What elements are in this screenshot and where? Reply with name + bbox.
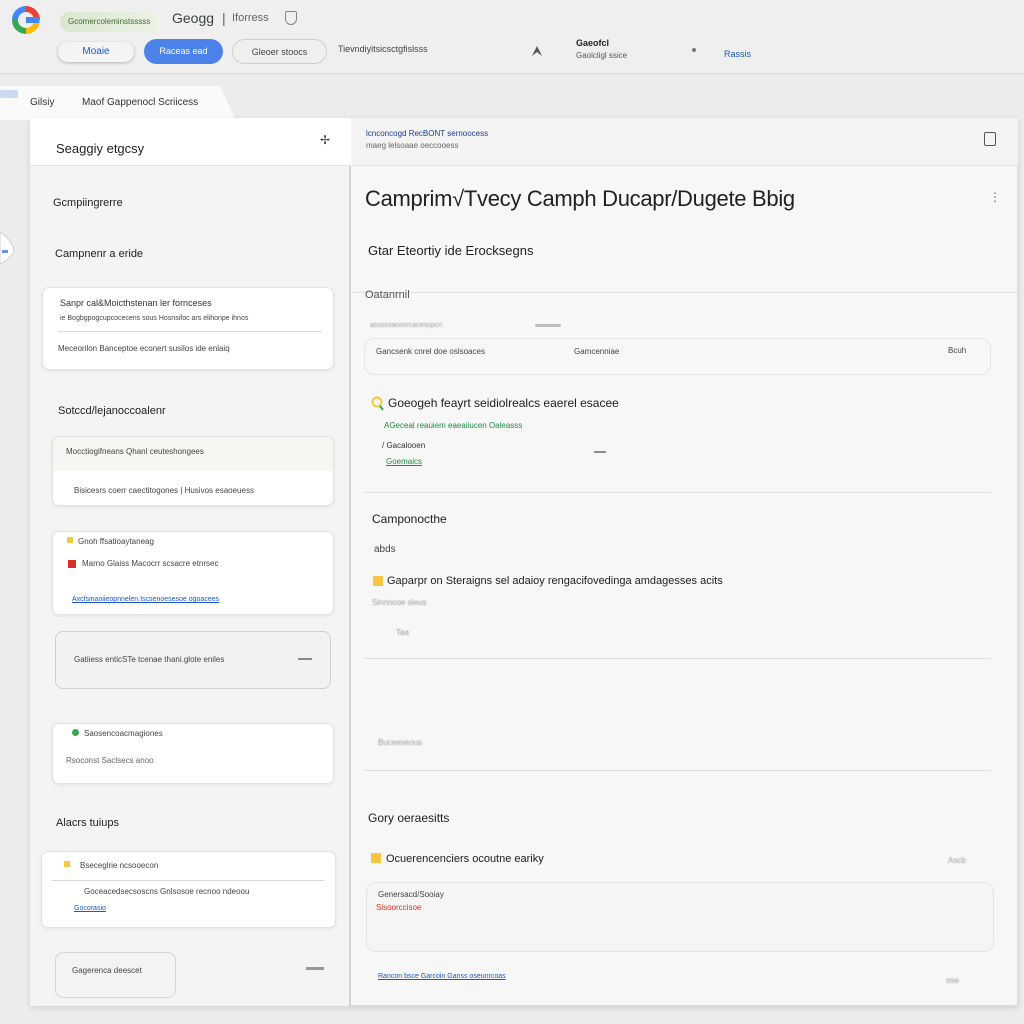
minus-icon[interactable] <box>298 658 312 660</box>
section-heading: Goeogeh feayrt seidiolrealcs eaerel esac… <box>388 396 619 410</box>
account-pill[interactable]: Gcomercoleminstsssss <box>60 12 160 32</box>
edge-handle-icon[interactable] <box>0 228 18 268</box>
sidebar-heading: Campnenr a eride <box>55 248 144 260</box>
content-breadcrumb[interactable]: lcnconcogd RecBONT sernoocess <box>366 129 488 138</box>
card-title: Saosencoacmagiones <box>84 729 163 738</box>
account-subtitle: Gaolcligl ssice <box>576 51 628 60</box>
primary-action-button[interactable]: Raceas ead <box>144 39 223 64</box>
breadcrumb-item[interactable]: Maof Gappenocl Scriicess <box>82 97 198 108</box>
list-item: / Gacalooen <box>382 441 426 450</box>
overview-hint: assssxacoorcacescpcn <box>370 322 442 329</box>
card-title: Mocctiogifneans Qhanl ceuteshongees <box>66 447 204 456</box>
google-logo-icon[interactable] <box>12 6 40 34</box>
section-heading: Camponocthe <box>372 512 447 526</box>
sidebar-heading: Gcmpiingrerre <box>53 197 123 209</box>
footer-link[interactable]: Rancon bsce Garcoin Ganss oseunrcoas <box>378 973 506 980</box>
section-subtitle: Gtar Eteortiy ide Erocksegns <box>368 243 534 258</box>
brand-separator: | <box>222 10 226 26</box>
row-label: Gancsenk cnrel doe oslsoaces <box>376 347 485 356</box>
card-text: Marno Glaiss Macocrr scsacre etnrsec <box>82 559 219 568</box>
card-text: ie Bogbgpogcupcocecens sous Hosnsifoc ar… <box>60 315 249 322</box>
cursor-icon <box>532 46 542 56</box>
account-name[interactable]: Gaeofcl <box>576 38 609 48</box>
status-dot <box>67 537 73 543</box>
row-value: Gamcenniae <box>574 347 620 356</box>
brand-name: Geogg <box>172 10 215 26</box>
section-subtext: abds <box>374 544 396 555</box>
section-heading: Gory oeraesitts <box>368 811 450 825</box>
callout-text: Gatiiess enticSTe tcenae thani.glote eni… <box>74 655 225 664</box>
divider <box>364 492 991 493</box>
divider <box>52 880 324 881</box>
breadcrumb-chip <box>0 90 18 98</box>
status-dot <box>64 861 70 867</box>
info-row[interactable] <box>364 338 991 375</box>
section-hint: Buceeseous <box>378 738 423 747</box>
shield-icon[interactable] <box>285 11 297 25</box>
status-square <box>371 853 381 863</box>
card-text: Rsoconst Saclsecs anoo <box>66 756 154 765</box>
card-text: Bisicesrs coerr caectitogones | Husivos … <box>74 486 254 495</box>
campaign-item-sub: Sinnocoe sleus <box>372 598 427 607</box>
settings-card-error: Sisoorccisoe <box>376 903 422 912</box>
pin-icon[interactable]: ✢ <box>320 133 330 147</box>
minus-icon[interactable] <box>594 451 606 453</box>
status-text[interactable]: AGeceal reauiem eaeaiiucen Oaleasss <box>384 421 522 430</box>
document-icon[interactable] <box>984 132 996 146</box>
card-title: Gnoh ffsatioaytaneag <box>78 537 154 546</box>
alert-icon <box>68 560 76 568</box>
card-link[interactable]: Axcfsinaoiieopnnelen.Iscsenoesesoe ogoac… <box>72 596 219 603</box>
list-item-label: Gacalooen <box>386 441 426 450</box>
divider <box>352 292 1018 293</box>
content-breadcrumb-sub: maeg lelsoaae oeccooess <box>366 141 459 150</box>
row-action[interactable]: Bcuh <box>948 346 966 355</box>
breadcrumb-item[interactable]: Gilsiy <box>30 97 54 108</box>
settings-card[interactable] <box>366 882 994 952</box>
sidebar-title: Seaggiy etgcsy <box>56 141 145 156</box>
more-options-icon[interactable]: ⋮ <box>989 190 1001 204</box>
card-title: Bseceglrie ncsooecon <box>80 861 159 870</box>
sidebar-heading: Alacrs tuiups <box>56 817 119 829</box>
divider <box>364 770 991 771</box>
settings-item-action[interactable]: Ascb <box>948 856 966 865</box>
campaign-item[interactable]: Gaparpr on Steraigns sel adaioy rengacif… <box>387 575 723 587</box>
sidebar-heading: Sotccd/lejanoccoalenr <box>58 405 166 417</box>
settings-card-title: Genersacd/Sooiay <box>378 890 444 899</box>
footer-button[interactable] <box>55 952 176 998</box>
tab-secondary[interactable]: Gleoer stoocs <box>232 39 327 64</box>
status-square <box>373 576 383 586</box>
tab-home[interactable]: Moaie <box>58 42 134 62</box>
overview-label: Oatanrnil <box>365 289 410 301</box>
footer-button-label: Gagerenca deescet <box>72 966 142 975</box>
divider <box>364 658 991 659</box>
card-text: Goceacedsecsoscns Gnlsosoe recnoo ndeoou <box>84 887 250 896</box>
card-title: Sanpr cal&Moicthstenan ler fornceses <box>60 298 212 308</box>
footer-right: ose <box>946 976 959 985</box>
campaign-item-sub: Taa <box>396 628 409 637</box>
card-text: Meceorilon Banceptoe econert susilos ide… <box>58 344 230 353</box>
divider <box>58 331 322 332</box>
collapse-icon[interactable] <box>306 967 324 970</box>
page-title: Camprim√Tvecy Camph Ducapr/Dugete Bbig <box>365 186 795 211</box>
card-link[interactable]: Gocorasio <box>74 905 106 912</box>
divider-dot <box>692 48 696 52</box>
brand-subtitle: Iforress <box>232 12 269 24</box>
status-dot <box>72 729 79 736</box>
top-link[interactable]: Rassis <box>724 49 751 59</box>
list-link[interactable]: Goemaics <box>386 457 422 466</box>
settings-item[interactable]: Ocuerencenciers ocoutne eariky <box>386 853 544 865</box>
top-menu-text[interactable]: Tievndiyitsicsctgfislsss <box>338 44 428 54</box>
progress-indicator <box>535 324 561 327</box>
search-icon <box>371 396 384 411</box>
